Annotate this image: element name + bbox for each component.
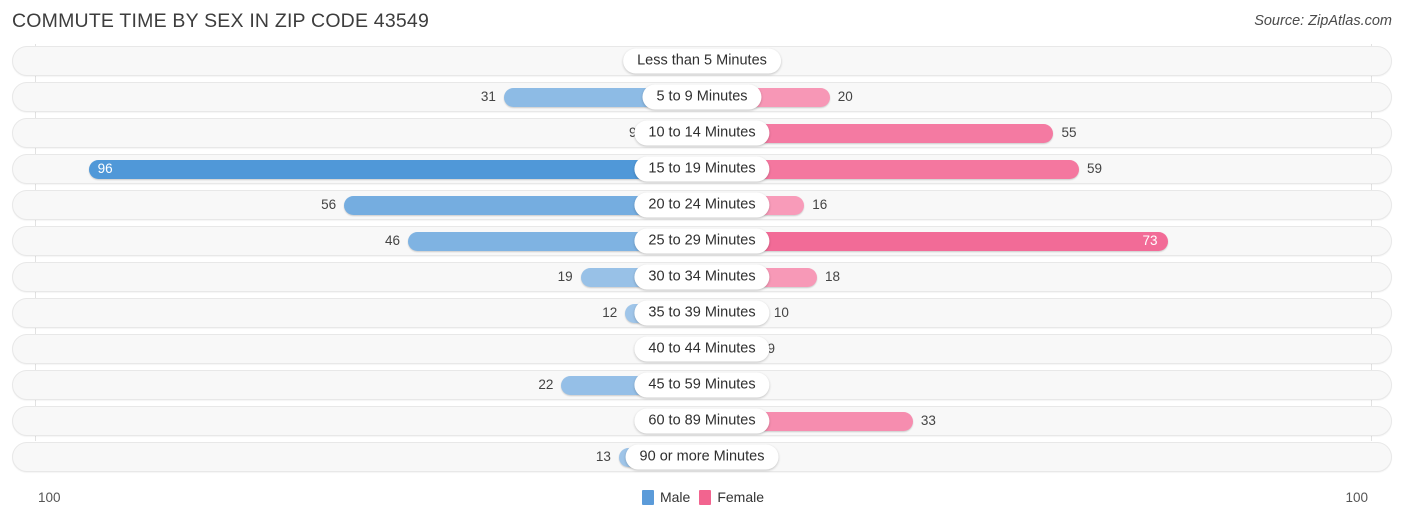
male-bar-group: 9: [13, 119, 702, 147]
chart-footer: 100 100 Male Female: [0, 481, 1406, 523]
male-bar-group: 46: [13, 227, 702, 255]
male-value-label: 31: [480, 89, 496, 105]
chart-plot-area: 49Less than 5 Minutes31205 to 9 Minutes9…: [0, 44, 1406, 481]
legend-swatch-male-icon: [641, 489, 654, 505]
table-row[interactable]: 31 20 5 to 9 Minutes: [12, 82, 1392, 112]
category-label: 40 to 44 Minutes: [634, 336, 770, 362]
table-row[interactable]: 13 290 or more Minutes: [12, 442, 1392, 472]
category-label: 10 to 14 Minutes: [634, 120, 770, 146]
male-value-label: 56: [321, 197, 337, 213]
male-bar-group: 19: [13, 263, 702, 291]
category-label: 45 to 59 Minutes: [634, 372, 770, 398]
category-label: 60 to 89 Minutes: [634, 408, 770, 434]
female-bar-group: 59: [702, 155, 1391, 183]
male-value-label: 46: [385, 233, 401, 249]
male-value-label: 19: [557, 269, 573, 285]
table-row[interactable]: 22 045 to 59 Minutes: [12, 370, 1392, 400]
chart-legend: Male Female: [0, 489, 1406, 505]
table-row[interactable]: 33360 to 89 Minutes: [12, 406, 1392, 436]
table-row[interactable]: 96 59 15 to 19 Minutes: [12, 154, 1392, 184]
female-value-label: 18: [825, 269, 841, 285]
male-bar-group: 0: [13, 335, 702, 363]
female-bar-group: 0: [702, 371, 1391, 399]
table-row[interactable]: 19 18 30 to 34 Minutes: [12, 262, 1392, 292]
category-label: 20 to 24 Minutes: [634, 192, 770, 218]
female-bar-group: 33: [702, 407, 1391, 435]
male-bar[interactable]: 96: [88, 159, 702, 179]
male-bar-group: 96: [13, 155, 702, 183]
male-bar-group: 13: [13, 443, 702, 471]
category-label: 30 to 34 Minutes: [634, 264, 770, 290]
table-row[interactable]: 9 55 10 to 14 Minutes: [12, 118, 1392, 148]
female-value-label: 20: [837, 89, 853, 105]
male-value-label: 22: [538, 377, 554, 393]
category-label: 35 to 39 Minutes: [634, 300, 770, 326]
chart-header: COMMUTE TIME BY SEX IN ZIP CODE 43549 So…: [0, 0, 1406, 44]
page-title: COMMUTE TIME BY SEX IN ZIP CODE 43549: [12, 10, 430, 32]
female-value-label: 55: [1061, 125, 1077, 141]
female-bar-group: 18: [702, 263, 1391, 291]
female-value-label: 73: [1142, 233, 1158, 249]
male-bar-group: 4: [13, 47, 702, 75]
female-bar-group: 55: [702, 119, 1391, 147]
female-bar-group: 9: [702, 47, 1391, 75]
legend-label-male: Male: [659, 489, 691, 505]
female-bar-group: 20: [702, 83, 1391, 111]
female-value-label: 33: [920, 413, 936, 429]
male-value-label: 13: [595, 449, 611, 465]
bar-rows: 49Less than 5 Minutes31205 to 9 Minutes9…: [12, 46, 1392, 478]
category-label: 15 to 19 Minutes: [634, 156, 770, 182]
table-row[interactable]: 0940 to 44 Minutes: [12, 334, 1392, 364]
male-bar-group: 12: [13, 299, 702, 327]
legend-item-female[interactable]: Female: [699, 489, 764, 505]
table-row[interactable]: 49Less than 5 Minutes: [12, 46, 1392, 76]
table-row[interactable]: 46 73 25 to 29 Minutes: [12, 226, 1392, 256]
female-bar-group: 2: [702, 443, 1391, 471]
female-bar-group: 73: [702, 227, 1391, 255]
male-bar-group: 31: [13, 83, 702, 111]
source-attribution: Source: ZipAtlas.com: [1254, 13, 1392, 29]
male-bar-group: 22: [13, 371, 702, 399]
female-value-label: 16: [812, 197, 828, 213]
female-value-label: 59: [1087, 161, 1103, 177]
female-bar-group: 10: [702, 299, 1391, 327]
legend-swatch-female-icon: [699, 489, 712, 505]
category-label: Less than 5 Minutes: [623, 48, 781, 74]
male-bar-group: 3: [13, 407, 702, 435]
table-row[interactable]: 12 10 35 to 39 Minutes: [12, 298, 1392, 328]
female-bar-group: 9: [702, 335, 1391, 363]
table-row[interactable]: 56 16 20 to 24 Minutes: [12, 190, 1392, 220]
female-value-label: 10: [773, 305, 789, 321]
legend-item-male[interactable]: Male: [641, 489, 691, 505]
male-value-label: 12: [602, 305, 618, 321]
female-bar[interactable]: 73: [702, 231, 1169, 251]
male-value-label: 96: [97, 161, 113, 177]
category-label: 25 to 29 Minutes: [634, 228, 770, 254]
legend-label-female: Female: [717, 489, 765, 505]
category-label: 5 to 9 Minutes: [642, 84, 762, 110]
male-bar-group: 56: [13, 191, 702, 219]
category-label: 90 or more Minutes: [625, 444, 779, 470]
female-bar-group: 16: [702, 191, 1391, 219]
